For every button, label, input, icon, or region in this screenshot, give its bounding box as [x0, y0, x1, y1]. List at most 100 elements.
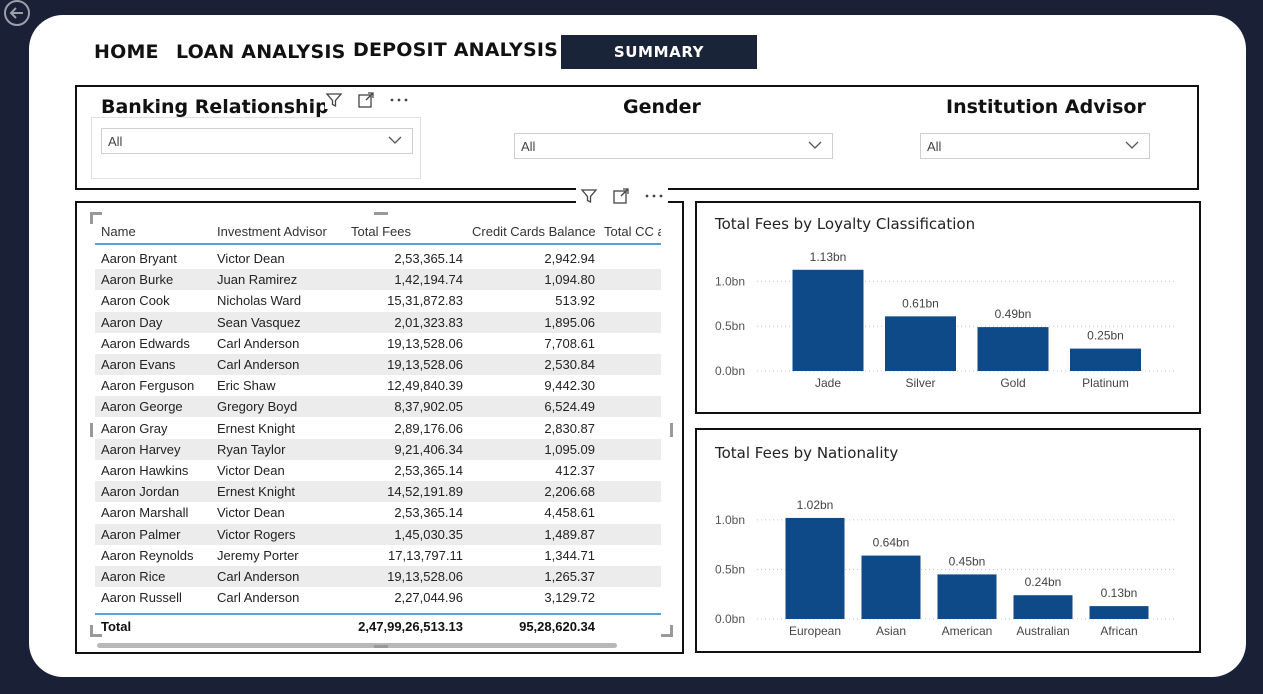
cell-name: Aaron Cook: [101, 293, 170, 309]
focus-mode-icon[interactable]: [357, 91, 375, 109]
cell-investment-advisor: Victor Dean: [217, 251, 285, 266]
column-header-investment-advisor[interactable]: Investment Advisor: [217, 224, 327, 239]
table-row[interactable]: Aaron Russell Carl Anderson 2,27,044.96 3,1…: [95, 587, 661, 608]
cell-name: Aaron Edwards: [101, 335, 190, 351]
cell-name: Aaron Rice: [101, 569, 166, 584]
focus-mode-icon[interactable]: [612, 187, 630, 205]
cell-credit-cards-balance: 9,442.30: [544, 378, 595, 394]
data-label: 0.24bn: [1025, 575, 1062, 589]
cell-investment-advisor: Carl Anderson: [217, 590, 300, 606]
loyalty-bar-chart: 0.0bn 0.5bn 1.0bn 1.13bn Jade 0.61bn Silver 0.4…: [715, 250, 1177, 390]
cell-total-fees: 2,53,365.14: [394, 251, 463, 266]
dropdown-value: All: [927, 138, 942, 154]
resize-handle[interactable]: [90, 625, 93, 637]
cell-total-fees: 19,13,528.06: [387, 569, 463, 584]
cell-investment-advisor: Gregory Boyd: [217, 399, 298, 415]
chevron-down-icon: [388, 136, 402, 144]
column-header-total-fees[interactable]: Total Fees: [351, 224, 411, 239]
data-label: 0.25bn: [1087, 329, 1124, 343]
resize-handle[interactable]: [90, 212, 93, 224]
cell-investment-advisor: Nicholas Ward: [217, 293, 302, 309]
resize-handle[interactable]: [374, 645, 388, 648]
cell-credit-cards-balance: 1,095.09: [544, 441, 595, 457]
table-row[interactable]: Aaron Palmer Victor Rogers 1,45,030.35 1,48…: [95, 523, 661, 545]
table-row[interactable]: Aaron Day Sean Vasquez 2,01,323.83 1,895.06: [95, 311, 661, 333]
back-arrow-icon[interactable]: [3, 0, 31, 26]
resize-handle[interactable]: [90, 423, 93, 437]
more-options-icon[interactable]: [644, 191, 664, 201]
cell-credit-cards-balance: 2,206.68: [544, 484, 595, 500]
table-row[interactable]: Aaron Bryant Victor Dean 2,53,365.14 2,942.…: [95, 248, 661, 269]
cell-credit-cards-balance: 1,265.37: [544, 569, 595, 584]
column-header-name[interactable]: Name: [101, 224, 136, 239]
cell-name: Aaron Day: [101, 314, 163, 330]
table-row[interactable]: Aaron Evans Carl Anderson 19,13,528.06 2,53…: [95, 354, 661, 375]
cell-credit-cards-balance: 7,708.61: [544, 335, 595, 351]
table-row[interactable]: Aaron Jordan Ernest Knight 14,52,191.89 2,2…: [95, 481, 661, 503]
resize-handle[interactable]: [374, 212, 388, 215]
report-canvas: HOME LOAN ANALYSIS DEPOSIT ANALYSIS SUMM…: [29, 15, 1246, 677]
y-tick-label: 1.0bn: [715, 513, 745, 527]
cell-name: Aaron Jordan: [101, 484, 180, 500]
total-label: Total: [101, 619, 132, 634]
institution-advisor-dropdown[interactable]: All: [920, 133, 1150, 159]
x-tick-label: Australian: [1016, 624, 1069, 638]
cell-investment-advisor: Sean Vasquez: [217, 314, 301, 330]
cell-investment-advisor: Carl Anderson: [217, 335, 300, 351]
table-row[interactable]: Aaron Gray Ernest Knight 2,89,176.06 2,830.…: [95, 418, 661, 439]
chevron-down-icon: [808, 141, 822, 149]
table-row[interactable]: Aaron Cook Nicholas Ward 15,31,872.83 513.9…: [95, 290, 661, 311]
cell-total-fees: 1,45,030.35: [394, 526, 463, 542]
cell-credit-cards-balance: 1,489.87: [544, 526, 595, 542]
data-label: 0.45bn: [949, 554, 986, 568]
table-row[interactable]: Aaron Reynolds Jeremy Porter 17,13,797.11 1…: [95, 545, 661, 566]
table-row[interactable]: Aaron Burke Juan Ramirez 1,42,194.74 1,094.…: [95, 269, 661, 291]
cell-investment-advisor: Eric Shaw: [217, 378, 276, 394]
data-label: 1.02bn: [797, 498, 834, 512]
banking-relationship-dropdown[interactable]: All: [101, 128, 413, 154]
table-row[interactable]: Aaron Marshall Victor Dean 2,53,365.14 4,45…: [95, 502, 661, 523]
column-header-total-cc[interactable]: Total CC a: [604, 224, 661, 239]
table-row[interactable]: Aaron Rice Carl Anderson 19,13,528.06 1,265…: [95, 566, 661, 587]
cell-total-fees: 8,37,902.05: [394, 399, 463, 415]
nav-loan-analysis[interactable]: LOAN ANALYSIS: [176, 41, 346, 63]
cell-total-fees: 17,13,797.11: [388, 547, 463, 563]
bar: [1070, 348, 1141, 371]
resize-handle[interactable]: [670, 625, 673, 637]
bar: [937, 574, 997, 619]
cell-total-fees: 2,27,044.96: [394, 590, 463, 606]
table-viewport: Name Investment Advisor Total Fees Credi…: [95, 217, 669, 637]
cell-credit-cards-balance: 1,344.71: [544, 547, 595, 563]
filter-title-gender: Gender: [623, 96, 701, 118]
horizontal-scrollbar[interactable]: [97, 643, 617, 648]
nav-deposit-analysis[interactable]: DEPOSIT ANALYSIS: [353, 39, 558, 61]
x-tick-label: American: [942, 624, 993, 638]
table-row[interactable]: Aaron Hawkins Victor Dean 2,53,365.14 412.3…: [95, 460, 661, 481]
table-row[interactable]: Aaron Harvey Ryan Taylor 9,21,406.34 1,095.…: [95, 438, 661, 460]
column-header-credit-cards-balance[interactable]: Credit Cards Balance: [472, 224, 596, 239]
cell-investment-advisor: Victor Dean: [217, 463, 285, 478]
y-tick-label: 1.0bn: [715, 274, 745, 288]
gender-dropdown[interactable]: All: [514, 133, 833, 159]
cell-total-fees: 1,42,194.74: [394, 272, 463, 288]
more-options-icon[interactable]: [389, 95, 409, 105]
cell-name: Aaron Reynolds: [101, 547, 194, 563]
cell-total-fees: 2,53,365.14: [394, 463, 463, 478]
customer-table-visual: Name Investment Advisor Total Fees Credi…: [75, 201, 684, 654]
nationality-bar-chart: 0.0bn 0.5bn 1.0bn 1.02bn European 0.64bn Asian…: [715, 498, 1177, 638]
table-row[interactable]: Aaron George Gregory Boyd 8,37,902.05 6,524…: [95, 396, 661, 418]
table-row[interactable]: Aaron Ferguson Eric Shaw 12,49,840.39 9,442…: [95, 375, 661, 396]
resize-handle[interactable]: [670, 423, 673, 437]
cell-name: Aaron Ferguson: [101, 378, 195, 394]
table-row[interactable]: Aaron Edwards Carl Anderson 19,13,528.06 7,…: [95, 333, 661, 354]
cell-total-fees: 19,13,528.06: [387, 357, 463, 372]
cell-credit-cards-balance: 513.92: [555, 293, 595, 309]
cell-credit-cards-balance: 2,942.94: [544, 251, 595, 266]
filter-icon[interactable]: [325, 91, 343, 109]
nav-home[interactable]: HOME: [94, 41, 159, 63]
table-total-row: Total 2,47,99,26,513.13 95,28,620.34: [95, 613, 661, 635]
filter-title-institution-advisor: Institution Advisor: [946, 96, 1146, 118]
chevron-down-icon: [1125, 141, 1139, 149]
filter-icon[interactable]: [580, 187, 598, 205]
nav-summary[interactable]: SUMMARY: [561, 35, 757, 69]
